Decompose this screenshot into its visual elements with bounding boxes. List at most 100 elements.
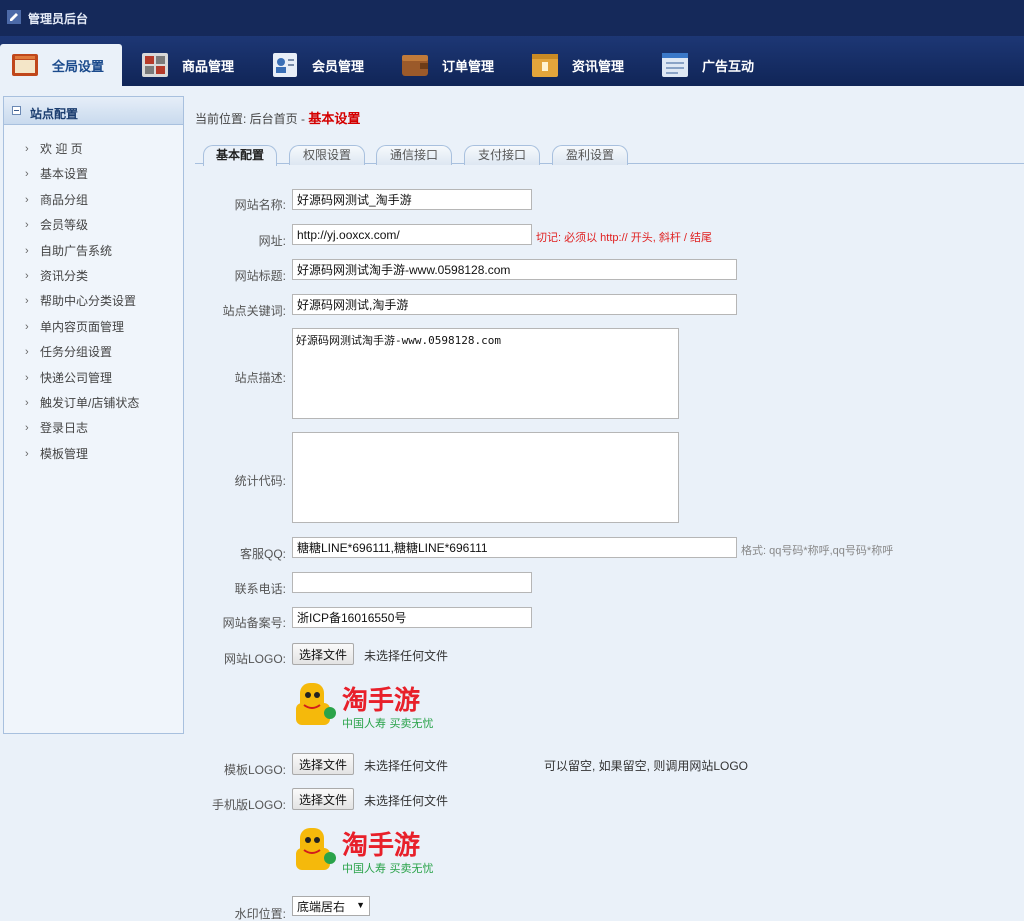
- chevron-right-icon: ›: [25, 143, 29, 155]
- settings-window-icon: [12, 54, 38, 76]
- watermark-label: 水印位置:: [234, 907, 286, 921]
- breadcrumb-current: 基本设置: [308, 111, 361, 126]
- template-logo-note: 可以留空, 如果留空, 则调用网站LOGO: [544, 759, 749, 773]
- icp-input[interactable]: [292, 607, 532, 628]
- chevron-right-icon: ›: [25, 269, 29, 282]
- sidebar-item-label: 快递公司管理: [40, 370, 113, 385]
- template-logo-choose-button[interactable]: 选择文件: [292, 753, 355, 775]
- nav-label: 商品管理: [182, 58, 235, 74]
- chevron-right-icon: ›: [25, 168, 29, 181]
- sidebar-item-news-categories[interactable]: › 资讯分类: [4, 268, 183, 293]
- tab-comm-interface[interactable]: 通信接口: [376, 145, 452, 165]
- phone-label: 联系电话:: [234, 582, 286, 596]
- sidebar-item-login-log[interactable]: › 登录日志: [4, 420, 183, 445]
- chevron-right-icon: ›: [25, 320, 29, 333]
- nav-ads[interactable]: 广告互动: [660, 44, 754, 86]
- logo-brand-text: 淘手游: [342, 686, 420, 716]
- logo-brand-text: 淘手游: [342, 831, 420, 861]
- sidebar-item-templates[interactable]: › 模板管理: [4, 446, 183, 471]
- nav-label: 订单管理: [442, 58, 495, 74]
- nav-label: 广告互动: [702, 58, 755, 74]
- template-logo-file-status: 未选择任何文件: [364, 759, 449, 773]
- sidebar-item-self-ads[interactable]: › 自助广告系统: [4, 243, 183, 268]
- sidebar-item-welcome[interactable]: › 欢 迎 页: [4, 141, 183, 166]
- sidebar-item-label: 基本设置: [40, 167, 89, 182]
- watermark-select[interactable]: 底端居右 ▼: [292, 896, 370, 916]
- site-logo-preview-image: 淘手游 中国人寿 买卖无忧: [296, 683, 434, 730]
- sidebar-item-label: 资讯分类: [40, 268, 89, 283]
- order-wallet-icon: [402, 55, 428, 76]
- sidebar-item-label: 登录日志: [40, 421, 89, 436]
- sidebar-item-task-groups[interactable]: › 任务分组设置: [4, 344, 183, 369]
- nav-news[interactable]: 资讯管理: [530, 44, 624, 86]
- breadcrumb: 当前位置: 后台首页 - 基本设置: [195, 108, 360, 127]
- tab-permissions[interactable]: 权限设置: [289, 145, 365, 165]
- sidebar-header-label: 站点配置: [30, 107, 79, 121]
- logo-slogan-text: 中国人寿 买卖无忧: [342, 716, 434, 730]
- sidebar-item-help-categories[interactable]: › 帮助中心分类设置: [4, 293, 183, 318]
- stats-code-label: 统计代码:: [234, 474, 286, 488]
- settings-tabs: 基本配置 权限设置 通信接口 支付接口 盈利设置: [195, 142, 1024, 166]
- nav-goods[interactable]: 商品管理: [140, 44, 234, 86]
- mobile-logo-label: 手机版LOGO:: [211, 798, 286, 812]
- nav-global-settings[interactable]: 全局设置: [0, 44, 122, 86]
- chevron-right-icon: ›: [25, 193, 29, 206]
- service-qq-input[interactable]: [292, 537, 737, 558]
- stats-code-textarea[interactable]: [292, 432, 679, 523]
- site-logo-choose-button[interactable]: 选择文件: [292, 643, 355, 665]
- sidebar-item-label: 任务分组设置: [40, 345, 113, 360]
- chevron-right-icon: ›: [25, 422, 29, 435]
- ad-window-icon: [662, 53, 688, 77]
- phone-input[interactable]: [292, 572, 532, 593]
- sidebar-header[interactable]: 站点配置: [4, 97, 183, 125]
- sidebar-item-single-pages[interactable]: › 单内容页面管理: [4, 319, 183, 344]
- template-logo-label: 模板LOGO:: [223, 763, 286, 777]
- sidebar-item-label: 会员等级: [40, 218, 89, 233]
- chevron-right-icon: ›: [25, 447, 29, 460]
- chevron-right-icon: ›: [25, 371, 29, 384]
- sidebar-item-basic-settings[interactable]: › 基本设置: [4, 166, 183, 191]
- sidebar-item-goods-groups[interactable]: › 商品分组: [4, 192, 183, 217]
- main-nav: 全局设置 商品管理 会员管理 订单管理 资讯管理 广告互动: [0, 36, 1024, 86]
- tab-basic-config[interactable]: 基本配置: [203, 145, 277, 166]
- site-url-note: 切记: 必须以 http:// 开头, 斜杆 / 结尾: [536, 232, 713, 244]
- sidebar: 站点配置 › 欢 迎 页 › 基本设置 › 商品分组 › 会员等级 › 自助广告系统 › 资…: [3, 96, 184, 734]
- site-desc-label: 站点描述:: [234, 371, 286, 385]
- goods-grid-icon: [142, 53, 168, 77]
- sidebar-item-express[interactable]: › 快递公司管理: [4, 370, 183, 395]
- nav-label: 资讯管理: [572, 58, 625, 74]
- top-bar: 管理员后台: [0, 0, 1024, 36]
- site-title-input[interactable]: [292, 259, 737, 280]
- site-url-input[interactable]: [292, 224, 532, 245]
- mobile-logo-file-status: 未选择任何文件: [364, 794, 449, 808]
- collapse-icon[interactable]: [12, 106, 21, 115]
- dropdown-arrow-icon: ▼: [356, 900, 365, 910]
- chevron-right-icon: ›: [25, 346, 29, 359]
- nav-orders[interactable]: 订单管理: [400, 44, 494, 86]
- chevron-right-icon: ›: [25, 396, 29, 409]
- site-logo-file-status: 未选择任何文件: [364, 649, 449, 663]
- site-name-input[interactable]: [292, 189, 532, 210]
- logo-slogan-text: 中国人寿 买卖无忧: [342, 861, 434, 875]
- watermark-selected-value: 底端居右: [297, 900, 346, 914]
- site-name-label: 网站名称:: [234, 198, 286, 212]
- sidebar-menu: › 欢 迎 页 › 基本设置 › 商品分组 › 会员等级 › 自助广告系统 › 资讯分类 ›…: [4, 141, 183, 471]
- sidebar-item-label: 单内容页面管理: [40, 319, 125, 334]
- sidebar-item-member-levels[interactable]: › 会员等级: [4, 217, 183, 242]
- tab-profit-settings[interactable]: 盈利设置: [552, 145, 628, 165]
- site-desc-textarea[interactable]: 好源码网测试淘手游-www.0598128.com: [292, 328, 679, 419]
- nav-label: 会员管理: [312, 58, 365, 74]
- site-keywords-input[interactable]: [292, 294, 737, 315]
- member-card-icon: [273, 53, 297, 77]
- mobile-logo-choose-button[interactable]: 选择文件: [292, 788, 355, 810]
- sidebar-item-label: 模板管理: [40, 446, 89, 461]
- site-logo-label: 网站LOGO:: [223, 652, 286, 666]
- sidebar-item-trigger-status[interactable]: › 触发订单/店铺状态: [4, 395, 183, 420]
- nav-members[interactable]: 会员管理: [270, 44, 364, 86]
- sidebar-item-label: 商品分组: [40, 192, 89, 207]
- mobile-logo-preview-image: 淘手游 中国人寿 买卖无忧: [296, 828, 434, 875]
- tab-payment-interface[interactable]: 支付接口: [464, 145, 540, 165]
- app-title: 管理员后台: [28, 12, 89, 26]
- site-url-label: 网址:: [258, 234, 286, 248]
- nav-label: 全局设置: [52, 58, 105, 74]
